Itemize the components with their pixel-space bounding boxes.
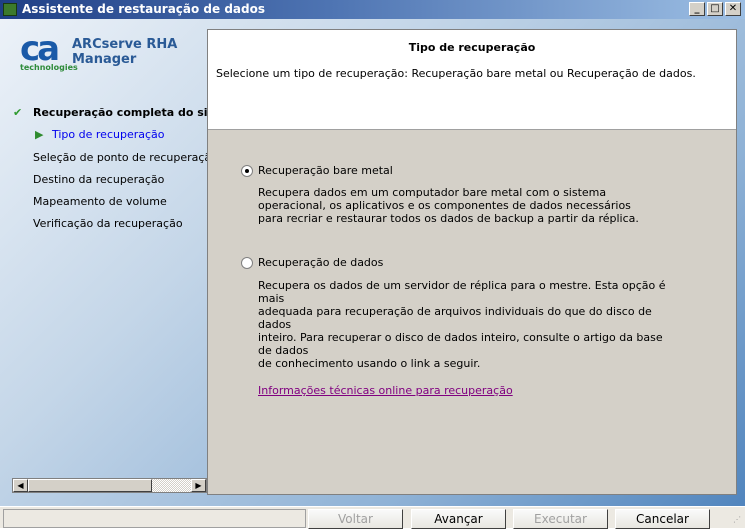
step-item[interactable]: Verificação da recuperação (33, 217, 183, 230)
option-label: Recuperação bare metal (258, 164, 393, 177)
resize-grip-icon[interactable]: ⋰ (733, 515, 741, 524)
run-button[interactable]: Executar (513, 509, 608, 529)
desc-line: Recupera dados em um computador bare met… (258, 186, 607, 199)
desc-line: operacional, os aplicativos e os compone… (258, 199, 631, 212)
option-label: Recuperação de dados (258, 256, 384, 269)
logo-mark: ca (20, 29, 60, 69)
option-description: Recupera dados em um computador bare met… (258, 186, 678, 225)
current-step-arrow-icon: ▶ (35, 128, 44, 141)
page-title: Tipo de recuperação (408, 41, 536, 54)
step-item[interactable]: Tipo de recuperação (52, 128, 165, 141)
page-header: Tipo de recuperação Selecione um tipo de… (208, 30, 736, 130)
desc-line: para recriar e restaurar todos os dados … (258, 212, 639, 225)
close-button[interactable]: ✕ (725, 2, 741, 16)
button-bar: Voltar Avançar Executar Cancelar ⋰ (0, 506, 745, 529)
title-bar: Assistente de restauração de dados _ □ ✕ (0, 0, 745, 19)
step-item[interactable]: Destino da recuperação (33, 173, 164, 186)
scroll-left-icon[interactable]: ◀ (13, 479, 28, 492)
page-subtitle: Selecione um tipo de recuperação: Recupe… (216, 67, 696, 80)
checkmark-icon: ✔ (13, 106, 23, 119)
next-button[interactable]: Avançar (411, 509, 506, 529)
desc-line: inteiro. Para recuperar o disco de dados… (258, 331, 663, 357)
radio-bare-metal[interactable] (241, 165, 253, 177)
steps-panel: ✔ Recuperação completa do sistema ▶ Tipo… (0, 106, 207, 236)
desc-line: Recupera os dados de um servidor de répl… (258, 279, 666, 305)
step-item[interactable]: Seleção de ponto de recuperação (33, 151, 207, 164)
status-field (3, 509, 306, 528)
option-description: Recupera os dados de um servidor de répl… (258, 279, 678, 370)
online-tech-info-link[interactable]: Informações técnicas online para recuper… (258, 384, 513, 397)
ca-logo: ca technologies (20, 29, 78, 72)
step-item[interactable]: Mapeamento de volume (33, 195, 167, 208)
content-panel: Tipo de recuperação Selecione um tipo de… (207, 29, 737, 495)
back-button[interactable]: Voltar (308, 509, 403, 529)
wizard-window: Assistente de restauração de dados _ □ ✕… (0, 0, 745, 529)
desc-line: adequada para recuperação de arquivos in… (258, 305, 652, 331)
option-data-recovery[interactable]: Recuperação de dados (241, 256, 383, 269)
radio-data-recovery[interactable] (241, 257, 253, 269)
step-parent: Recuperação completa do sistema (33, 106, 207, 119)
option-bare-metal[interactable]: Recuperação bare metal (241, 164, 393, 177)
maximize-button[interactable]: □ (707, 2, 723, 16)
product-line2: Manager (72, 52, 137, 67)
cancel-button[interactable]: Cancelar (615, 509, 710, 529)
minimize-button[interactable]: _ (689, 2, 705, 16)
scroll-track[interactable] (152, 479, 191, 492)
desc-line: de conhecimento usando o link a seguir. (258, 357, 481, 370)
product-name: ARCserve RHA Manager (72, 37, 177, 67)
scroll-right-icon[interactable]: ▶ (191, 479, 206, 492)
scroll-thumb[interactable] (28, 479, 152, 492)
window-title: Assistente de restauração de dados (22, 2, 265, 16)
product-line1: ARCserve RHA (72, 37, 178, 52)
steps-horizontal-scrollbar[interactable]: ◀ ▶ (12, 478, 207, 493)
logo-sub: technologies (20, 63, 78, 72)
app-icon (3, 3, 17, 16)
